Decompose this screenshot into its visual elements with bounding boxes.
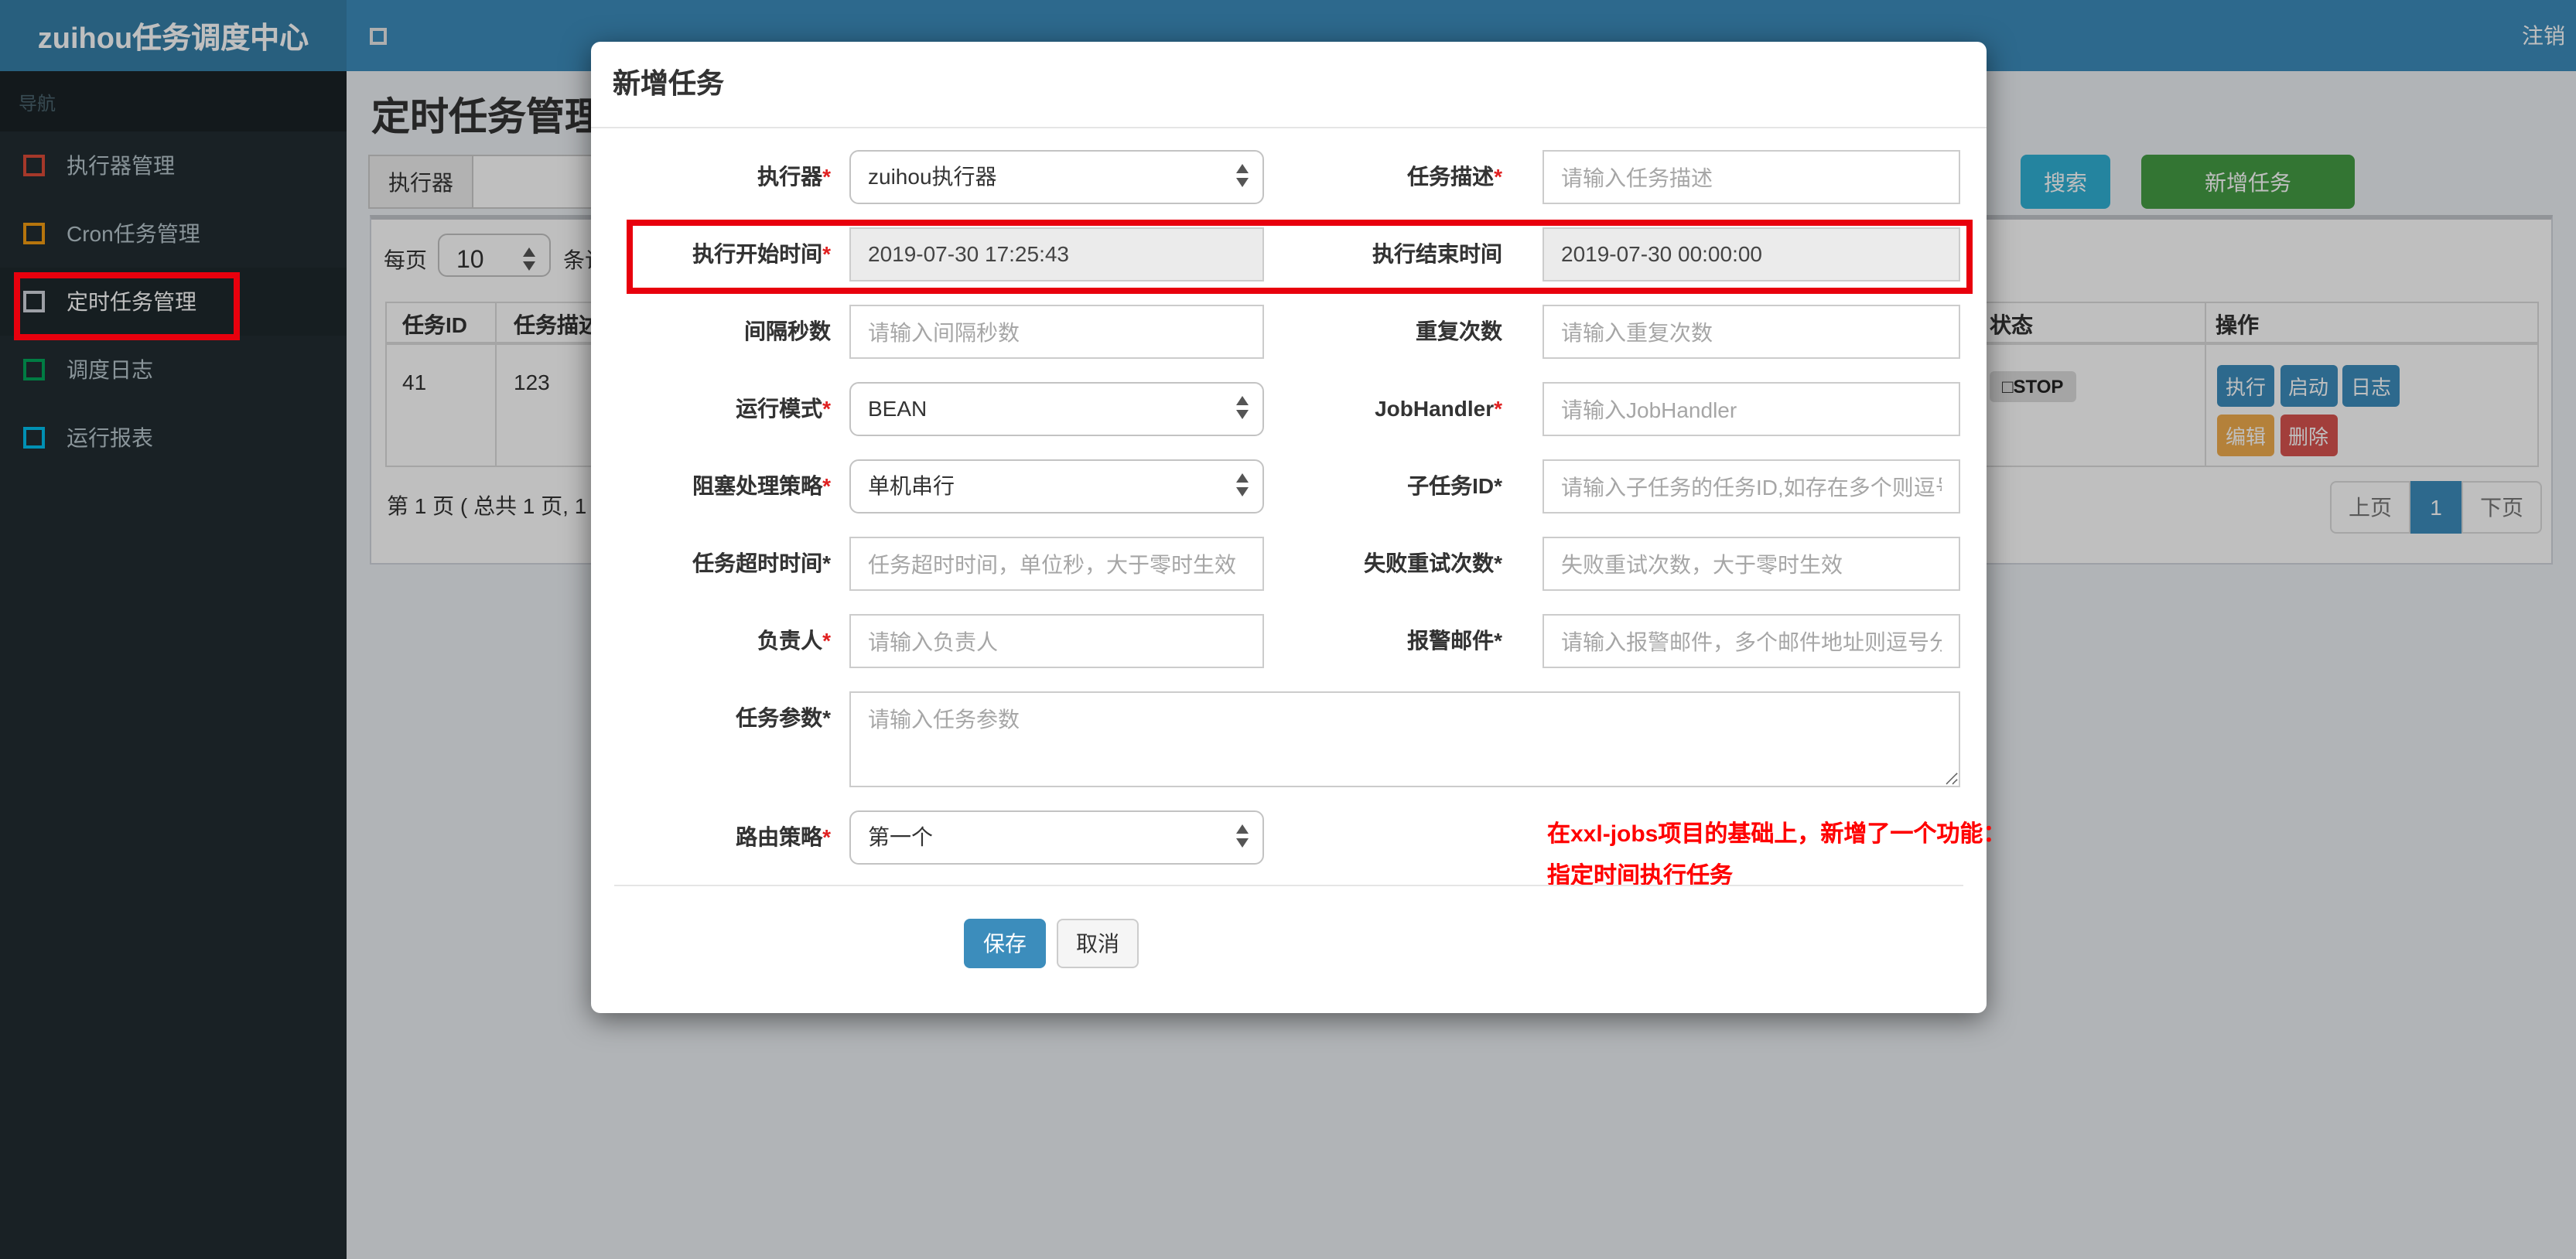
form-row: 任务参数*	[591, 691, 1987, 787]
form-row: 负责人* 报警邮件*	[591, 614, 1987, 668]
repeat-count-input[interactable]	[1543, 305, 1960, 359]
fail-retry-input[interactable]	[1543, 537, 1960, 591]
field-label: 任务参数*	[736, 705, 831, 730]
select-value: BEAN	[868, 396, 928, 421]
field-label: 子任务ID*	[1407, 473, 1502, 498]
form-row: 执行器* zuihou执行器 任务描述*	[591, 150, 1987, 204]
field-label: JobHandler*	[1375, 396, 1502, 421]
select-arrows-icon	[1236, 824, 1249, 848]
field-label: 负责人*	[757, 628, 831, 653]
block-strategy-select[interactable]: 单机串行	[849, 459, 1264, 513]
executor-select[interactable]: zuihou执行器	[849, 150, 1264, 204]
field-label: 重复次数	[1416, 319, 1502, 343]
field-label: 报警邮件*	[1407, 628, 1502, 653]
field-label: 任务描述*	[1407, 164, 1502, 189]
child-job-id-input[interactable]	[1543, 459, 1960, 513]
modal-title: 新增任务	[613, 68, 724, 99]
job-param-textarea[interactable]	[849, 691, 1960, 787]
run-mode-select[interactable]: BEAN	[849, 382, 1264, 436]
job-desc-input[interactable]	[1543, 150, 1960, 204]
app: zuihou任务调度中心 注销 导航 执行器管理 Cron任务管理 定时任务管理 调度…	[0, 0, 2576, 1259]
form-row: 路由策略* 第一个 在xxl-jobs项目的基础上，新增了一个功能： 指定时间执行任务	[591, 810, 2006, 889]
save-button[interactable]: 保存	[964, 919, 1046, 968]
select-value: 单机串行	[868, 473, 955, 498]
annotation-rect-sidebar	[14, 272, 240, 340]
form-row: 阻塞处理策略* 单机串行 子任务ID*	[591, 459, 1987, 513]
interval-seconds-input[interactable]	[849, 305, 1264, 359]
field-label: 失败重试次数*	[1364, 551, 1502, 575]
field-label: 阻塞处理策略*	[692, 473, 831, 498]
field-label: 间隔秒数	[744, 319, 831, 343]
timeout-input[interactable]	[849, 537, 1264, 591]
form-row: 运行模式* BEAN JobHandler*	[591, 382, 1987, 436]
field-label: 路由策略*	[736, 824, 831, 849]
jobhandler-input[interactable]	[1543, 382, 1960, 436]
field-label: 执行器*	[757, 164, 831, 189]
form-row: 间隔秒数 重复次数	[591, 305, 1987, 359]
annotation-rect-time-row	[627, 220, 1973, 294]
field-label: 任务超时时间*	[692, 551, 831, 575]
cancel-button[interactable]: 取消	[1057, 919, 1139, 968]
modal-header-divider	[591, 127, 1987, 128]
add-task-modal: 新增任务 执行器*zuihou执行器任务描述*执行开始时间*2019-07-30…	[591, 42, 2006, 1013]
route-strategy-select[interactable]: 第一个	[849, 810, 1264, 865]
select-value: 第一个	[868, 824, 933, 849]
alarm-email-input[interactable]	[1543, 614, 1960, 668]
form-row: 任务超时时间* 失败重试次数*	[591, 537, 1987, 591]
owner-input[interactable]	[849, 614, 1264, 668]
select-value: zuihou执行器	[868, 164, 997, 189]
modal-footer-divider	[614, 885, 1963, 886]
field-label: 运行模式*	[736, 396, 831, 421]
